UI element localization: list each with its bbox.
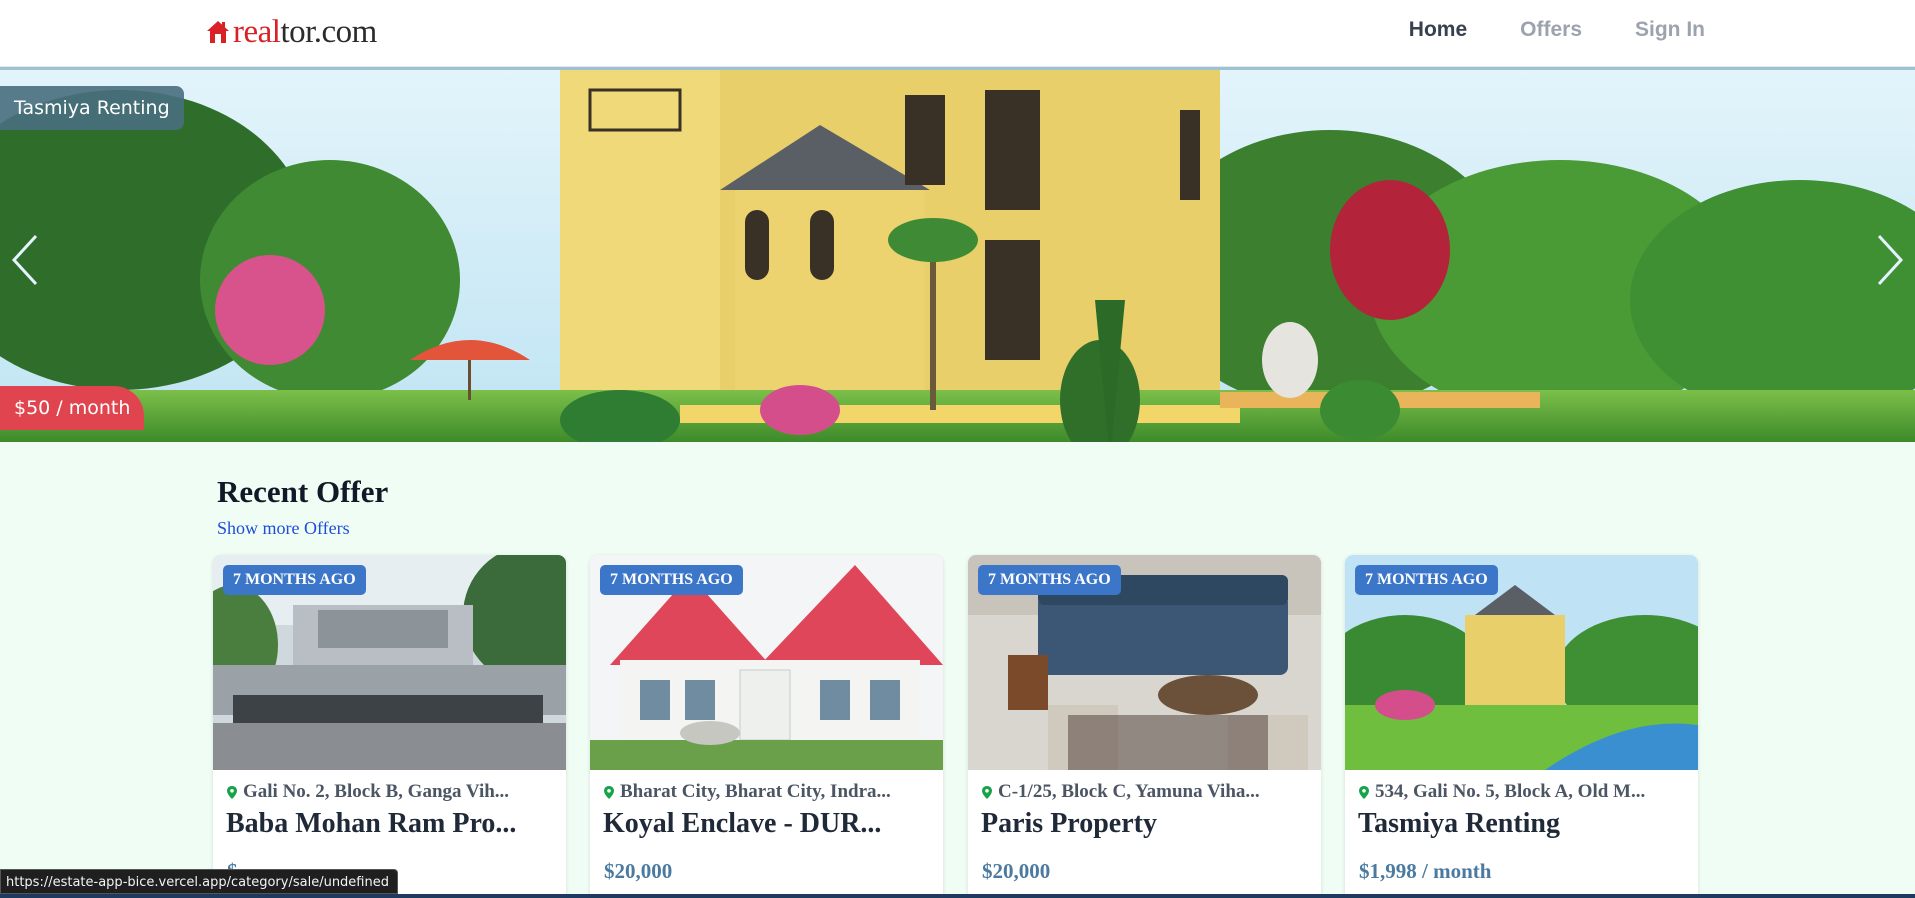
house-icon bbox=[207, 21, 229, 43]
top-header: realtor.com Home Offers Sign In bbox=[0, 0, 1915, 67]
nav-sign-in[interactable]: Sign In bbox=[1635, 18, 1705, 42]
chevron-right-icon[interactable] bbox=[1875, 230, 1905, 290]
listing-name: Paris Property bbox=[981, 808, 1157, 839]
listing-address: Gali No. 2, Block B, Ganga Vih... bbox=[227, 781, 557, 803]
nav-offers[interactable]: Offers bbox=[1520, 18, 1582, 42]
site-logo[interactable]: realtor.com bbox=[206, 14, 377, 50]
listing-age-badge: 7 MONTHS AGO bbox=[600, 565, 743, 595]
listing-address-text: 534, Gali No. 5, Block A, Old M... bbox=[1375, 781, 1646, 802]
show-more-offers-link[interactable]: Show more Offers bbox=[217, 518, 350, 539]
listing-address: C-1/25, Block C, Yamuna Viha... bbox=[982, 781, 1312, 803]
bottom-strip bbox=[0, 894, 1915, 898]
listing-price: $20,000 bbox=[604, 859, 673, 883]
listing-name: Koyal Enclave - DUR... bbox=[603, 808, 882, 839]
listing-name: Baba Mohan Ram Pro... bbox=[226, 808, 517, 839]
listing-address: 534, Gali No. 5, Block A, Old M... bbox=[1359, 781, 1689, 803]
listing-address-text: C-1/25, Block C, Yamuna Viha... bbox=[998, 781, 1260, 802]
listing-card[interactable]: 7 MONTHS AGO 534, Gali No. 5, Block A, O… bbox=[1345, 555, 1698, 898]
listing-price: $1,998 / month bbox=[1359, 859, 1492, 883]
listing-image: 7 MONTHS AGO bbox=[968, 555, 1321, 770]
listing-card[interactable]: 7 MONTHS AGO C-1/25, Block C, Yamuna Vih… bbox=[968, 555, 1321, 898]
nav-home[interactable]: Home bbox=[1409, 18, 1467, 42]
logo-text-red: real bbox=[233, 14, 281, 50]
listing-address: Bharat City, Bharat City, Indra... bbox=[604, 781, 934, 803]
hero-listing-price: $50 / month bbox=[0, 386, 145, 430]
listing-address-text: Gali No. 2, Block B, Ganga Vih... bbox=[243, 781, 510, 802]
listing-card[interactable]: 7 MONTHS AGO Bharat City, Bharat City, I… bbox=[590, 555, 943, 898]
listing-age-badge: 7 MONTHS AGO bbox=[1355, 565, 1498, 595]
listing-price: $20,000 bbox=[982, 859, 1051, 883]
chevron-left-icon[interactable] bbox=[10, 230, 40, 290]
hero-listing-title: Tasmiya Renting bbox=[0, 86, 184, 130]
listing-image: 7 MONTHS AGO bbox=[213, 555, 566, 770]
listing-name: Tasmiya Renting bbox=[1358, 808, 1561, 839]
listing-card[interactable]: 7 MONTHS AGO Gali No. 2, Block B, Ganga … bbox=[213, 555, 566, 898]
location-pin-icon bbox=[1359, 785, 1369, 799]
status-bar-url: https://estate-app-bice.vercel.app/categ… bbox=[0, 869, 398, 894]
listing-address-text: Bharat City, Bharat City, Indra... bbox=[620, 781, 891, 802]
location-pin-icon bbox=[227, 785, 237, 799]
recent-offer-title: Recent Offer bbox=[217, 474, 389, 509]
location-pin-icon bbox=[604, 785, 614, 799]
hero-slider[interactable]: Tasmiya Renting $50 / month bbox=[0, 67, 1915, 442]
logo-text: realtor.com bbox=[233, 14, 377, 50]
listing-image: 7 MONTHS AGO bbox=[590, 555, 943, 770]
hero-image bbox=[0, 70, 1915, 442]
listing-age-badge: 7 MONTHS AGO bbox=[978, 565, 1121, 595]
listing-age-badge: 7 MONTHS AGO bbox=[223, 565, 366, 595]
main-nav: Home Offers Sign In bbox=[1409, 18, 1705, 42]
location-pin-icon bbox=[982, 785, 992, 799]
logo-text-dark: tor.com bbox=[280, 14, 377, 50]
listing-image: 7 MONTHS AGO bbox=[1345, 555, 1698, 770]
